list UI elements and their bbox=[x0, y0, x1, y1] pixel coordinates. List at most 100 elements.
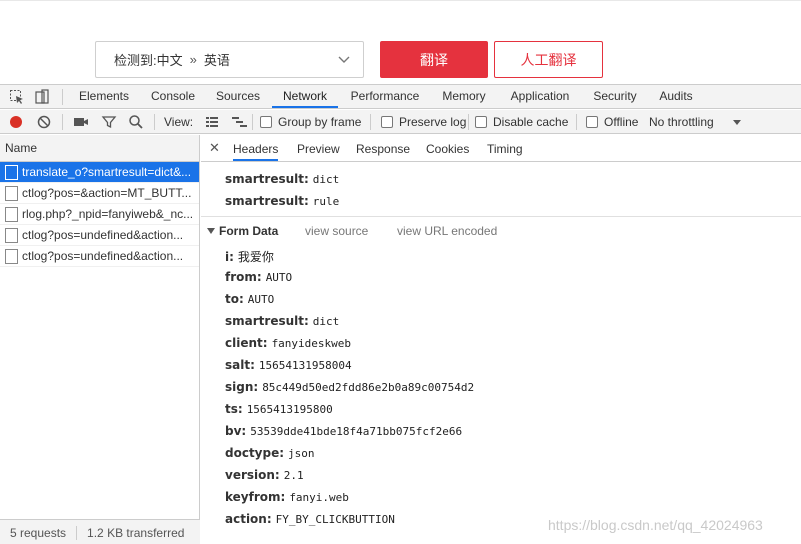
waterfall-icon[interactable] bbox=[231, 110, 249, 133]
form-data-row: action: FY_BY_CLICKBUTTION bbox=[225, 512, 395, 526]
screenshot-icon[interactable] bbox=[73, 110, 89, 133]
form-data-section-header[interactable]: Form Data bbox=[207, 224, 278, 238]
query-param-row: smartresult: rule bbox=[225, 194, 339, 208]
tab-cookies[interactable]: Cookies bbox=[426, 135, 469, 161]
detect-label: 检测到: bbox=[114, 53, 157, 68]
form-value: fanyideskweb bbox=[271, 337, 352, 350]
form-key: salt: bbox=[225, 358, 255, 372]
form-key: client: bbox=[225, 336, 268, 350]
param-value: dict bbox=[312, 173, 340, 186]
clear-icon[interactable] bbox=[36, 110, 52, 133]
preserve-log-checkbox[interactable]: Preserve log bbox=[381, 110, 466, 133]
form-data-row: sign: 85c449d50ed2fdd86e2b0a89c00754d2 bbox=[225, 380, 474, 394]
throttling-select[interactable]: No throttling bbox=[649, 110, 742, 133]
form-key: from: bbox=[225, 270, 262, 284]
param-value: rule bbox=[312, 195, 340, 208]
devtools-panel: Elements Console Sources Network Perform… bbox=[0, 84, 801, 544]
device-toolbar-icon[interactable] bbox=[33, 88, 51, 106]
form-value: 1565413195800 bbox=[246, 403, 333, 416]
form-data-row: doctype: json bbox=[225, 446, 315, 460]
form-data-row: to: AUTO bbox=[225, 292, 274, 306]
checkbox-box bbox=[586, 115, 598, 128]
close-icon[interactable]: ✕ bbox=[209, 140, 220, 156]
expand-triangle-icon bbox=[207, 228, 215, 234]
tab-security[interactable]: Security bbox=[586, 85, 644, 108]
tab-elements[interactable]: Elements bbox=[73, 85, 135, 108]
param-key: smartresult: bbox=[225, 172, 309, 186]
language-select[interactable]: 检测到: 中文 » 英语 bbox=[95, 41, 364, 78]
tab-performance[interactable]: Performance bbox=[345, 85, 425, 108]
form-data-row: keyfrom: fanyi.web bbox=[225, 490, 349, 504]
request-row[interactable]: ctlog?pos=undefined&action... bbox=[0, 246, 199, 267]
tab-audits[interactable]: Audits bbox=[652, 85, 700, 108]
tab-memory[interactable]: Memory bbox=[436, 85, 492, 108]
image-icon bbox=[5, 206, 18, 222]
form-key: version: bbox=[225, 468, 280, 482]
image-icon bbox=[5, 248, 18, 264]
tab-preview[interactable]: Preview bbox=[297, 135, 340, 161]
search-icon[interactable] bbox=[128, 110, 144, 133]
view-url-encoded-link[interactable]: view URL encoded bbox=[397, 224, 497, 238]
image-icon bbox=[5, 227, 18, 243]
section-divider bbox=[201, 216, 801, 217]
tab-console[interactable]: Console bbox=[143, 85, 203, 108]
request-name: translate_o?smartresult=dict&... bbox=[22, 165, 192, 179]
tab-response[interactable]: Response bbox=[356, 135, 410, 161]
watermark: https://blog.csdn.net/qq_42024963 bbox=[548, 517, 763, 533]
throttling-value: No throttling bbox=[649, 114, 714, 129]
target-language: 英语 bbox=[203, 53, 230, 68]
tab-network[interactable]: Network bbox=[272, 85, 338, 108]
record-icon[interactable] bbox=[8, 110, 24, 133]
group-by-frame-label: Group by frame bbox=[278, 114, 362, 129]
translator-page: 检测到: 中文 » 英语 翻译 人工翻译 bbox=[0, 0, 801, 84]
request-name: ctlog?pos=undefined&action... bbox=[22, 228, 184, 242]
disable-cache-checkbox[interactable]: Disable cache bbox=[475, 110, 568, 133]
request-status-bar: 5 requests 1.2 KB transferred bbox=[0, 519, 200, 544]
preserve-log-label: Preserve log bbox=[399, 114, 467, 129]
form-data-row: client: fanyideskweb bbox=[225, 336, 351, 350]
request-row[interactable]: rlog.php?_npid=fanyiweb&_nc... bbox=[0, 204, 199, 225]
request-row[interactable]: ctlog?pos=undefined&action... bbox=[0, 225, 199, 246]
form-key: doctype: bbox=[225, 446, 285, 460]
query-param-row: smartresult: dict bbox=[225, 172, 339, 186]
inspect-element-icon[interactable] bbox=[8, 88, 26, 106]
form-key: action: bbox=[225, 512, 272, 526]
large-rows-icon[interactable] bbox=[204, 110, 220, 133]
request-list-header[interactable]: Name bbox=[0, 135, 199, 162]
form-data-row: version: 2.1 bbox=[225, 468, 304, 482]
translate-button[interactable]: 翻译 bbox=[380, 41, 488, 78]
form-data-row: bv: 53539dde41bde18f4a71bb075fcf2e66 bbox=[225, 424, 462, 438]
filter-icon[interactable] bbox=[101, 110, 117, 133]
tab-application[interactable]: Application bbox=[503, 85, 577, 108]
toolbar-divider bbox=[252, 114, 253, 130]
request-name: rlog.php?_npid=fanyiweb&_nc... bbox=[22, 207, 194, 221]
group-by-frame-checkbox[interactable]: Group by frame bbox=[260, 110, 361, 133]
offline-label: Offline bbox=[604, 114, 639, 129]
disable-cache-label: Disable cache bbox=[493, 114, 569, 129]
tab-headers[interactable]: Headers bbox=[233, 135, 279, 161]
offline-checkbox[interactable]: Offline bbox=[586, 110, 638, 133]
form-value: FY_BY_CLICKBUTTION bbox=[275, 513, 395, 526]
form-value: dict bbox=[312, 315, 340, 328]
form-value: AUTO bbox=[265, 271, 293, 284]
toolbar-divider bbox=[154, 114, 155, 130]
tab-sources[interactable]: Sources bbox=[210, 85, 266, 108]
form-value: 2.1 bbox=[283, 469, 304, 482]
form-data-row: from: AUTO bbox=[225, 270, 292, 284]
request-count: 5 requests bbox=[10, 525, 67, 540]
toolbar-divider bbox=[62, 114, 63, 130]
form-data-row: i: 我爱你 bbox=[225, 248, 274, 265]
tab-timing[interactable]: Timing bbox=[487, 135, 523, 161]
request-name: ctlog?pos=&action=MT_BUTT... bbox=[22, 186, 192, 200]
status-divider bbox=[76, 525, 78, 540]
request-row[interactable]: translate_o?smartresult=dict&... bbox=[0, 162, 199, 183]
view-source-link[interactable]: view source bbox=[305, 224, 368, 238]
form-value: json bbox=[288, 447, 315, 460]
request-row[interactable]: ctlog?pos=&action=MT_BUTT... bbox=[0, 183, 199, 204]
human-translate-button[interactable]: 人工翻译 bbox=[494, 41, 603, 78]
toolbar-divider bbox=[370, 114, 371, 130]
form-key: bv: bbox=[225, 424, 247, 438]
toolbar-divider bbox=[576, 114, 577, 130]
form-key: i: bbox=[225, 250, 234, 264]
devtools-tab-bar: Elements Console Sources Network Perform… bbox=[0, 85, 801, 109]
